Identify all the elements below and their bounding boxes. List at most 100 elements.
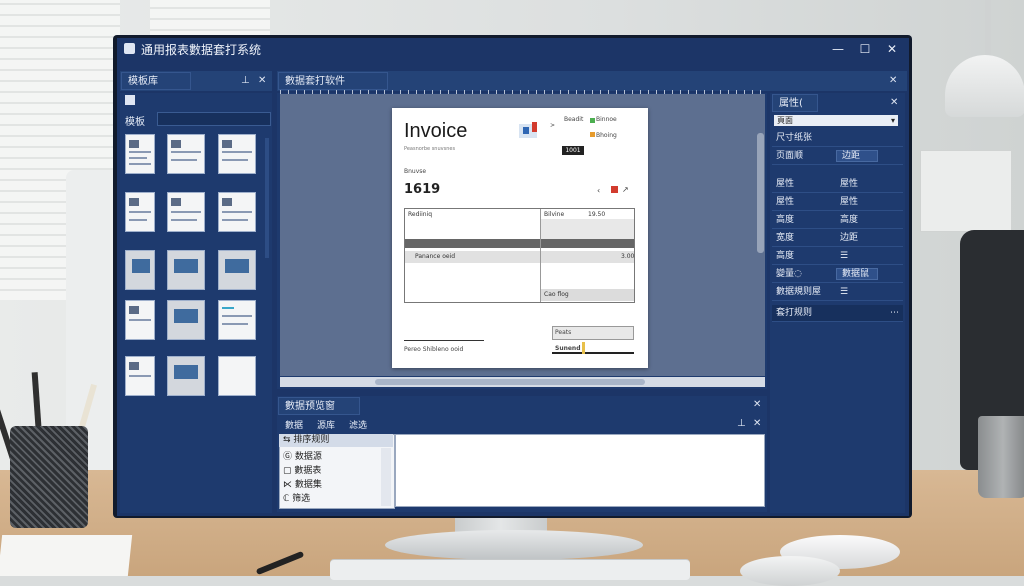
data-list-header[interactable]: ⇆ 排序规则 — [279, 434, 393, 447]
doc-scroll-thumb[interactable] — [375, 379, 645, 385]
toolbar-source[interactable]: 源库 — [317, 418, 335, 431]
table-cell: 3.00 — [621, 253, 635, 260]
logo-accent-icon — [532, 122, 537, 132]
app-window: 通用报表數据套打系统 — ☐ ✕ 模板库 ⊥ ✕ 模板 數据套打软件 ✕ Inv… — [117, 38, 909, 516]
list-item[interactable]: ⋉ 數据集 — [283, 477, 322, 490]
property-row[interactable]: 尺寸纸张 — [772, 130, 903, 147]
template-thumb[interactable] — [125, 134, 155, 174]
template-thumb[interactable] — [125, 356, 155, 396]
nav-prev-icon[interactable]: ‹ — [597, 186, 600, 195]
table-cell: 19.50 — [588, 211, 606, 218]
list-item[interactable]: ▢ 數据表 — [283, 463, 321, 476]
property-value: ☰ — [840, 251, 849, 261]
properties-object-select[interactable]: 頁面 ▾ — [774, 115, 898, 126]
property-row[interactable]: 屋性 屋性 — [772, 194, 903, 211]
property-row[interactable]: 高度 ☰ — [772, 248, 903, 265]
property-row[interactable]: 屋性 屋性 — [772, 176, 903, 193]
data-list-scrollbar[interactable] — [381, 448, 391, 506]
template-thumb[interactable] — [218, 250, 256, 290]
template-search-input[interactable] — [157, 112, 271, 126]
template-thumb[interactable] — [167, 192, 205, 232]
property-value: 边距 — [842, 151, 861, 161]
mouse-2 — [740, 556, 840, 586]
table-cell: Bilvine — [544, 211, 565, 218]
toolbar-data[interactable]: 數据 — [285, 418, 303, 431]
properties-select-value: 頁面 — [777, 116, 793, 125]
toolbar-filter[interactable]: 滤选 — [349, 418, 367, 431]
status-orange-icon — [590, 132, 595, 137]
property-label: 高度 — [776, 251, 795, 261]
property-row[interactable]: 數据規则屋 ☰ — [772, 284, 903, 301]
property-label: 數据規则屋 — [776, 287, 822, 297]
pin-icon[interactable]: ⊥ — [737, 418, 746, 429]
property-row[interactable]: 页面顺 边距 — [772, 148, 903, 165]
window-title: 通用报表數据套打系统 — [141, 43, 262, 57]
data-panel-close-icon[interactable]: ✕ — [753, 399, 761, 410]
property-label: 套打规则 — [776, 308, 813, 318]
template-thumb[interactable] — [167, 300, 205, 340]
property-value: 數据鼠 — [842, 269, 870, 279]
document-tab-label: 數据套打软件 — [285, 76, 345, 87]
property-row[interactable]: 變量◌ 數据鼠 — [772, 266, 903, 283]
mug — [978, 416, 1024, 498]
template-thumb[interactable] — [218, 300, 256, 340]
template-thumb[interactable] — [167, 250, 205, 290]
pin-icon[interactable]: ⊥ — [241, 75, 250, 86]
total-label: Peats — [555, 329, 572, 336]
property-label: 高度 — [776, 215, 795, 225]
invoice-page[interactable]: Invoice Peasnorbe snuvsnes > Beadit Binn… — [392, 108, 648, 368]
tab-document[interactable]: 數据套打软件 — [278, 72, 388, 90]
template-thumb[interactable] — [125, 300, 155, 340]
properties-tab-label: 属性( — [779, 98, 803, 109]
tab-properties[interactable]: 属性( — [772, 94, 818, 112]
template-thumb[interactable] — [218, 356, 256, 396]
left-panel-close-icon[interactable]: ✕ — [258, 75, 266, 86]
template-thumb[interactable] — [167, 134, 205, 174]
data-preview-content[interactable] — [395, 434, 765, 507]
invoice-code-badge: 1001 — [562, 146, 584, 155]
property-row[interactable]: 套打规则 ⋯ — [772, 305, 903, 322]
data-toolbar-close-icon[interactable]: ✕ — [753, 418, 761, 429]
table-cell: Cao flog — [544, 291, 569, 298]
template-thumb[interactable] — [218, 192, 256, 232]
properties-close-icon[interactable]: ✕ — [890, 97, 898, 108]
property-row[interactable]: 宽度 边距 — [772, 230, 903, 247]
template-thumb[interactable] — [218, 134, 256, 174]
invoice-table: Rediiniq Bilvine 19.50 Panance oeid 3.00… — [404, 208, 635, 303]
invoice-meta-3: Bhoing — [596, 132, 617, 139]
property-label: 屋性 — [776, 197, 795, 207]
more-icon[interactable]: ⋯ — [890, 305, 899, 321]
invoice-number-label: Bnuvse — [404, 168, 427, 175]
template-tab-label: 模板库 — [128, 76, 158, 87]
template-thumb[interactable] — [125, 192, 155, 232]
title-bar: 通用报表數据套打系统 — ☐ ✕ — [117, 38, 909, 60]
template-scrollbar[interactable] — [265, 138, 269, 258]
template-thumb[interactable] — [125, 250, 155, 290]
signature-label: Pereo Shibleno ooid — [404, 346, 464, 353]
property-value: ☰ — [840, 287, 849, 297]
table-cell: Rediiniq — [408, 211, 433, 218]
invoice-number: 1619 — [404, 182, 441, 197]
keyboard — [330, 560, 690, 580]
folder-icon[interactable] — [125, 95, 135, 105]
list-item[interactable]: ℂ 筛选 — [283, 491, 310, 504]
template-search-label: 模板 — [125, 117, 145, 128]
template-thumb[interactable] — [167, 356, 205, 396]
export-icon[interactable]: ↗ — [622, 185, 629, 194]
invoice-meta-2: Binnoe — [596, 116, 617, 123]
property-label: 變量◌ — [776, 269, 802, 279]
invoice-meta-1: Beadit — [564, 116, 584, 123]
doc-vertical-scrollbar[interactable] — [757, 133, 764, 253]
status-green-icon — [590, 118, 595, 123]
list-item[interactable]: Ⓖ 数据源 — [283, 449, 322, 462]
tab-template-library[interactable]: 模板库 — [121, 72, 191, 90]
due-accent — [582, 342, 585, 354]
close-button[interactable]: ✕ — [881, 40, 903, 58]
maximize-button[interactable]: ☐ — [854, 40, 876, 58]
minimize-button[interactable]: — — [827, 40, 849, 58]
property-row[interactable]: 高度 高度 — [772, 212, 903, 229]
doc-panel-close-icon[interactable]: ✕ — [889, 75, 897, 86]
tab-data-preview[interactable]: 數据预览窗 — [278, 397, 360, 415]
property-label: 尺寸纸张 — [776, 133, 813, 143]
invoice-subtitle: Peasnorbe snuvsnes — [404, 146, 456, 152]
